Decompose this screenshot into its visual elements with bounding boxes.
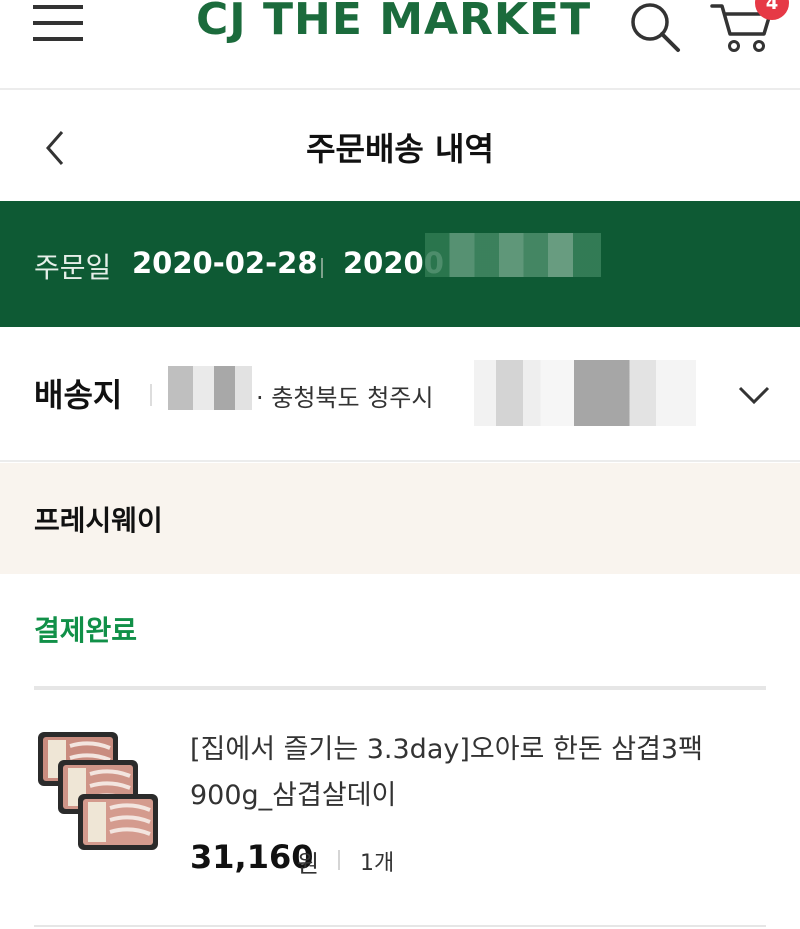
search-icon[interactable]: [628, 0, 684, 56]
shipping-label: 배송지: [34, 376, 123, 414]
payment-status: 결제완료: [34, 614, 138, 647]
order-date-label: 주문일: [34, 251, 112, 284]
product-image[interactable]: [34, 726, 164, 856]
chevron-down-icon[interactable]: [736, 380, 772, 408]
order-date: 2020-02-28: [132, 246, 318, 280]
seller-name: 프레시웨이: [34, 504, 163, 537]
divider: [338, 850, 340, 870]
hamburger-line: [33, 21, 83, 25]
brand-logo[interactable]: CJ THE MARKET: [196, 0, 591, 45]
divider: [34, 925, 766, 927]
redacted-recipient: [168, 366, 252, 410]
hamburger-line: [33, 37, 83, 41]
hamburger-icon[interactable]: [33, 5, 83, 43]
divider: [150, 384, 152, 406]
product-name[interactable]: [집에서 즐기는 3.3day]오아로 한돈 삼겹3팩 900g_삼겹살데이: [190, 727, 750, 819]
divider: [321, 258, 323, 278]
redacted-address: [474, 360, 696, 426]
divider: [34, 686, 766, 690]
hamburger-line: [33, 5, 83, 9]
page-title: 주문배송 내역: [306, 130, 494, 168]
product-price: 31,160: [190, 838, 314, 876]
product-quantity: 1개: [360, 851, 395, 876]
price-unit: 원: [297, 850, 320, 878]
redacted-order-number: [425, 233, 601, 277]
shipping-address: · 충청북도 청주시: [256, 384, 434, 412]
